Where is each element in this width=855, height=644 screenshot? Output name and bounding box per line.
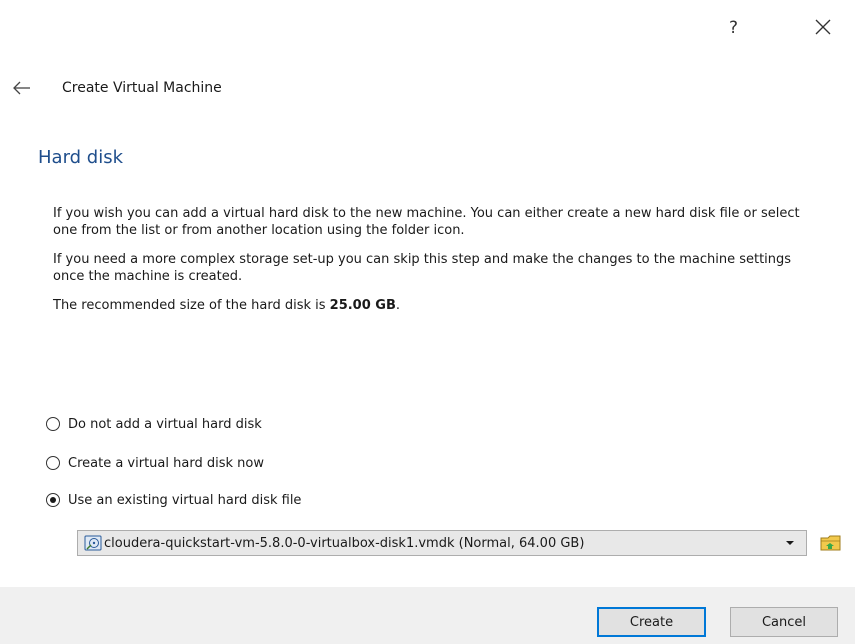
wizard-title: Create Virtual Machine	[62, 80, 222, 96]
choose-disk-folder-button[interactable]	[818, 530, 844, 556]
dialog-footer: Create Cancel	[0, 587, 855, 644]
cancel-button[interactable]: Cancel	[730, 607, 838, 637]
recommended-suffix: .	[395, 298, 401, 313]
close-icon[interactable]	[814, 18, 832, 36]
recommended-prefix: The recommended size of the hard disk is	[53, 298, 330, 313]
radio-label: Do not add a virtual hard disk	[68, 416, 262, 432]
folder-icon	[820, 535, 841, 551]
create-button[interactable]: Create	[597, 607, 706, 637]
wizard-nav: Create Virtual Machine	[12, 76, 222, 100]
title-bar: ?	[0, 0, 855, 60]
recommended-size-value: 25.00 GB	[329, 298, 396, 313]
radio-button-checked[interactable]	[46, 493, 60, 507]
radio-option-create-disk[interactable]: Create a virtual hard disk now	[46, 453, 264, 473]
recommended-size-text: The recommended size of the hard disk is…	[53, 297, 823, 314]
radio-option-existing-disk[interactable]: Use an existing virtual hard disk file	[46, 490, 301, 510]
description-paragraph-1: If you wish you can add a virtual hard d…	[53, 206, 800, 238]
back-arrow-icon[interactable]	[12, 81, 32, 95]
hard-disk-icon	[84, 535, 102, 551]
radio-label: Create a virtual hard disk now	[68, 455, 264, 471]
chevron-down-icon[interactable]	[780, 540, 800, 546]
radio-button[interactable]	[46, 417, 60, 431]
description-paragraph-2: If you need a more complex storage set-u…	[53, 252, 792, 284]
existing-disk-value: cloudera-quickstart-vm-5.8.0-0-virtualbo…	[104, 535, 585, 551]
page-heading: Hard disk	[38, 147, 124, 168]
existing-disk-select[interactable]: cloudera-quickstart-vm-5.8.0-0-virtualbo…	[77, 530, 807, 556]
radio-button[interactable]	[46, 456, 60, 470]
radio-label: Use an existing virtual hard disk file	[68, 492, 302, 508]
description: If you wish you can add a virtual hard d…	[53, 205, 823, 326]
help-button[interactable]: ?	[729, 18, 738, 38]
radio-option-no-disk[interactable]: Do not add a virtual hard disk	[46, 414, 262, 434]
